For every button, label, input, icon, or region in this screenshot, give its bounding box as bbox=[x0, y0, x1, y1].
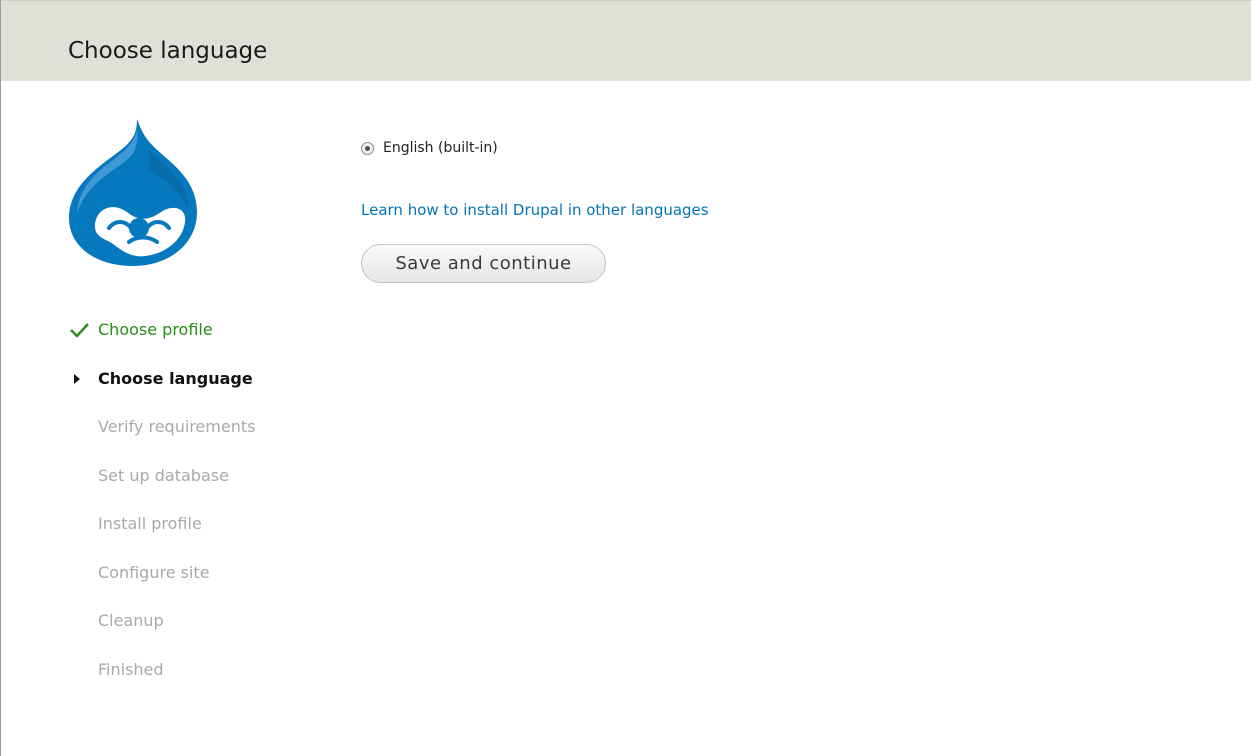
step-label: Install profile bbox=[98, 514, 202, 533]
step-configure-site: Configure site bbox=[69, 559, 256, 608]
checkmark-icon bbox=[70, 323, 89, 338]
step-label: Verify requirements bbox=[98, 417, 256, 436]
language-form: English (built-in) Learn how to install … bbox=[361, 136, 709, 283]
step-label: Finished bbox=[98, 659, 164, 679]
step-finished: Finished bbox=[69, 656, 256, 705]
page-header: Choose language bbox=[1, 0, 1251, 81]
drupal-logo bbox=[69, 119, 197, 266]
learn-other-languages-link[interactable]: Learn how to install Drupal in other lan… bbox=[361, 201, 709, 219]
language-radio[interactable] bbox=[361, 141, 374, 155]
step-label: Cleanup bbox=[98, 611, 164, 630]
language-radio-label[interactable]: English (built-in) bbox=[383, 140, 498, 156]
save-and-continue-button[interactable]: Save and continue bbox=[361, 244, 606, 283]
step-set-up-database: Set up database bbox=[69, 462, 256, 511]
step-label: Choose language bbox=[98, 368, 253, 388]
triangle-right-icon bbox=[74, 373, 80, 384]
step-verify-requirements: Verify requirements bbox=[69, 413, 256, 462]
page-title: Choose language bbox=[68, 38, 268, 64]
language-option-english[interactable]: English (built-in) bbox=[361, 136, 498, 160]
step-install-profile: Install profile bbox=[69, 510, 256, 559]
step-label: Configure site bbox=[98, 562, 210, 582]
step-choose-profile: Choose profile bbox=[69, 316, 256, 365]
step-cleanup: Cleanup bbox=[69, 607, 256, 656]
step-choose-language: Choose language bbox=[69, 365, 256, 414]
install-steps: Choose profile Choose language Verify re… bbox=[69, 316, 256, 704]
installer-page: Choose language Choose profile Choose la… bbox=[0, 0, 1251, 756]
step-label: Choose profile bbox=[98, 320, 213, 339]
step-label: Set up database bbox=[98, 465, 229, 485]
